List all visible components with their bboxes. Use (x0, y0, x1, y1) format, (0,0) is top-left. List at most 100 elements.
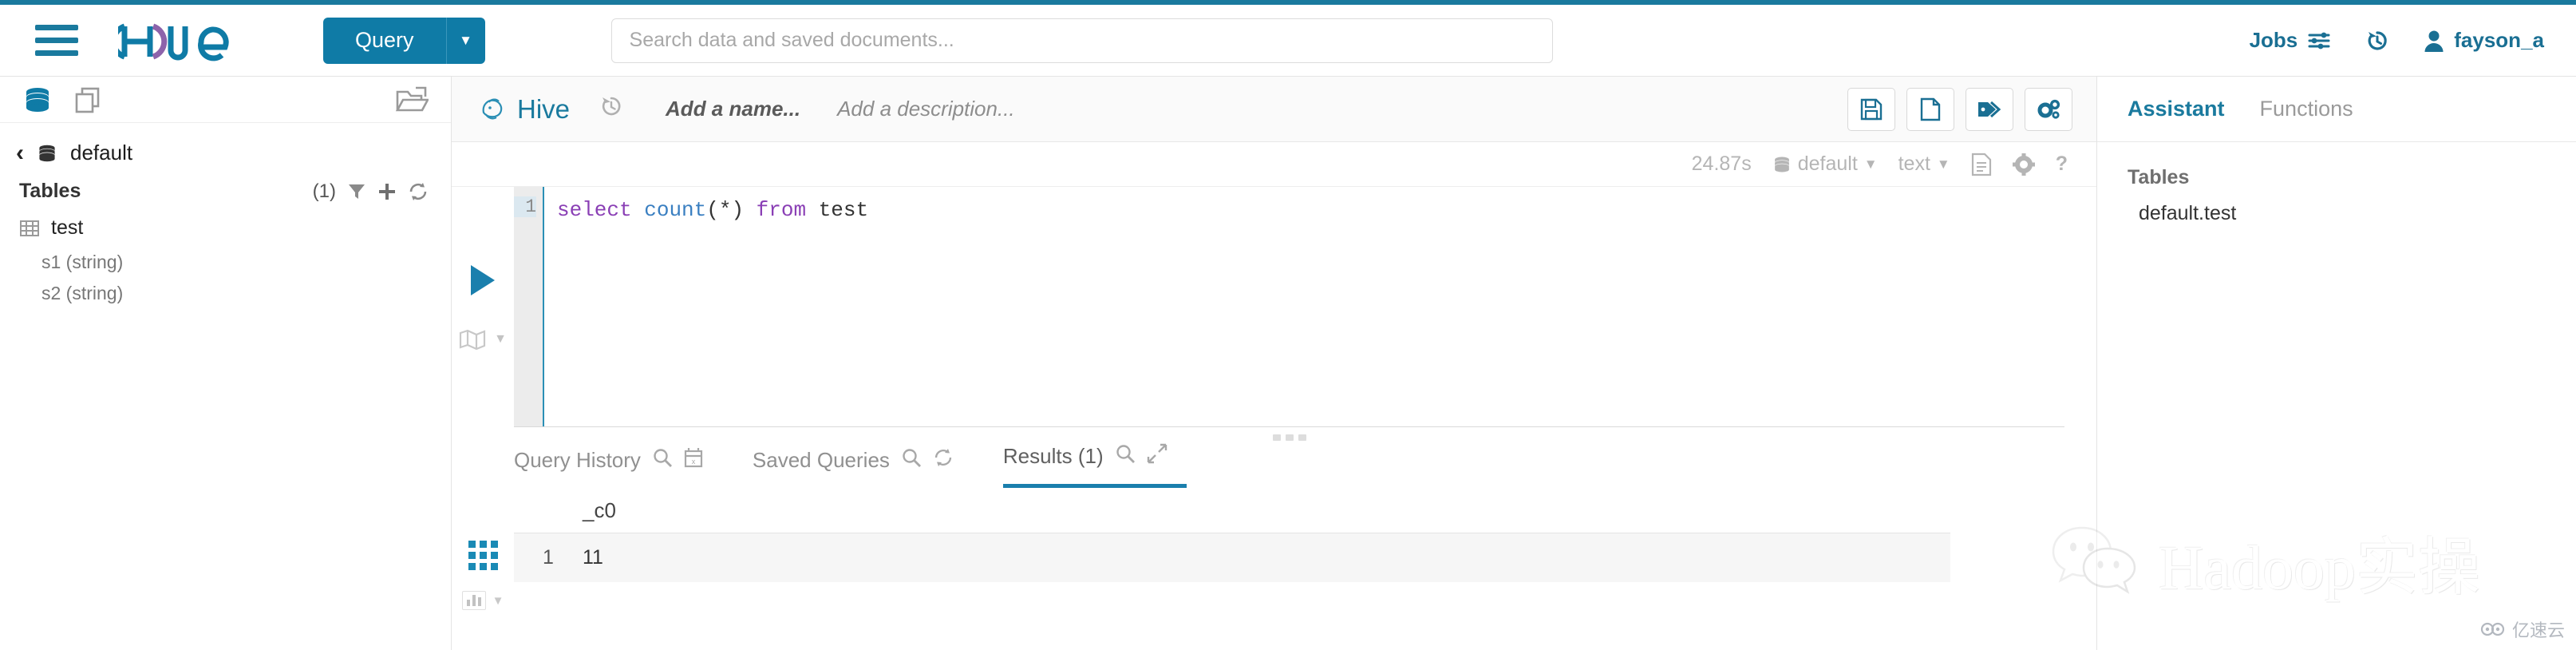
chevron-down-icon: ▼ (1863, 156, 1878, 172)
sql-token-function: count (644, 198, 707, 222)
result-format-selector[interactable]: text ▼ (1898, 153, 1950, 176)
save-button[interactable] (1847, 87, 1895, 131)
chart-view-caret-icon[interactable]: ▼ (492, 594, 504, 608)
editor-header: Hive Add a name... Add a description... (452, 77, 2096, 142)
tables-count: (1) (312, 180, 336, 202)
table-list: test s1 (string) s2 (string) (0, 209, 451, 309)
row-index: 1 (543, 546, 554, 569)
drag-handle[interactable] (1272, 434, 1306, 441)
sql-token-keyword: select (557, 198, 632, 222)
tab-results[interactable]: Results (1) (1002, 443, 1187, 488)
file-icon (1920, 97, 1941, 121)
table-row[interactable]: 1 11 (514, 533, 1950, 582)
results-body: ▼ _c0 1 11 (452, 488, 2096, 650)
query-button[interactable]: Query (323, 17, 447, 64)
query-description-field[interactable]: Add a description... (837, 97, 1015, 121)
hamburger-icon[interactable] (35, 25, 83, 56)
search-container (610, 18, 1553, 63)
column-item[interactable]: s2 (string) (0, 278, 451, 309)
folder-open-icon[interactable] (395, 85, 429, 114)
tables-label: Tables (19, 180, 81, 202)
sql-token-space (632, 198, 645, 222)
results-view-switcher: ▼ (452, 488, 514, 650)
search-icon[interactable] (652, 447, 673, 474)
gear-icon (2012, 153, 2035, 176)
editor-panel: Hive Add a name... Add a description... (452, 77, 2097, 650)
user-menu[interactable]: fayson_a (2424, 28, 2544, 53)
tables-header-actions: (1) (313, 180, 429, 203)
results-table-header: _c0 (514, 488, 1950, 533)
tab-label: Saved Queries (752, 448, 890, 472)
gears-icon (2037, 99, 2060, 119)
editor-results-divider[interactable] (514, 426, 2064, 441)
results-table: _c0 1 11 (514, 488, 1950, 650)
assistant-tables-section: Tables default.test (2097, 142, 2576, 225)
top-header: Query ▼ Jobs (0, 5, 2576, 77)
grid-view-icon[interactable] (468, 541, 498, 570)
right-assistant-panel: Assistant Functions Tables default.test (2097, 77, 2576, 650)
user-icon (2424, 30, 2444, 52)
refresh-icon[interactable] (408, 181, 429, 202)
sql-code-input[interactable]: select count(*) from test (543, 187, 2096, 426)
database-selector-label: default (1797, 153, 1858, 175)
hive-icon (482, 98, 503, 119)
tab-saved-queries[interactable]: Saved Queries (753, 447, 981, 488)
database-selector[interactable]: default ▼ (1772, 153, 1878, 176)
breadcrumb-database-name[interactable]: default (70, 141, 132, 165)
documents-icon[interactable] (73, 85, 102, 114)
column-header[interactable]: _c0 (583, 498, 616, 523)
svg-text:x: x (692, 458, 696, 466)
map-icon[interactable] (459, 329, 486, 350)
expand-icon[interactable] (1147, 443, 1167, 470)
help-button[interactable]: ? (2056, 153, 2068, 176)
chevron-down-icon[interactable]: ▼ (447, 18, 485, 64)
log-button[interactable] (1971, 153, 1992, 176)
filter-icon[interactable] (347, 182, 366, 201)
refresh-icon[interactable] (933, 447, 954, 474)
table-icon (20, 220, 39, 236)
chevron-left-icon[interactable]: ‹ (16, 141, 24, 165)
line-number: 1 (514, 196, 536, 217)
assistant-table-item[interactable]: default.test (2128, 202, 2546, 225)
table-name: test (51, 216, 84, 239)
tags-button[interactable] (1966, 87, 2013, 131)
cell-value: 11 (583, 546, 603, 569)
save-icon (1860, 98, 1883, 120)
chevron-down-icon[interactable]: ▼ (494, 332, 507, 347)
database-icon[interactable] (22, 85, 53, 115)
plus-icon[interactable] (377, 182, 397, 201)
new-document-button[interactable] (1906, 87, 1954, 131)
sql-editor-area: ▼ 1 select count(*) from test (452, 187, 2096, 426)
tables-header: Tables (1) (0, 170, 451, 209)
file-lines-icon (1971, 153, 1991, 176)
main-body: ‹ default Tables (1) test s1 (string) s2… (0, 77, 2576, 650)
search-icon[interactable] (1115, 443, 1136, 470)
tab-functions[interactable]: Functions (2260, 97, 2353, 121)
search-input[interactable] (610, 18, 1553, 63)
engine-title: Hive (479, 94, 570, 125)
column-item[interactable]: s1 (string) (0, 247, 451, 278)
table-item-test[interactable]: test (0, 209, 451, 247)
query-name-field[interactable]: Add a name... (666, 97, 800, 121)
search-icon[interactable] (901, 447, 922, 474)
result-format-label: text (1898, 153, 1930, 175)
query-settings-bar: 24.87s default ▼ text ▼ ? (452, 142, 2096, 187)
sql-token-table: test (806, 198, 869, 222)
hue-logo[interactable] (118, 17, 266, 65)
editor-code-wrap: 1 select count(*) from test (514, 187, 2096, 426)
tags-icon (1978, 101, 2001, 117)
query-button-group[interactable]: Query ▼ (323, 17, 485, 64)
header-right-tools: Jobs fayson_a (2250, 28, 2544, 54)
chart-view-icon[interactable] (461, 591, 486, 610)
database-icon (1774, 157, 1789, 172)
settings-button[interactable] (2025, 87, 2072, 131)
calendar-clear-icon[interactable]: x (684, 447, 703, 474)
history-button[interactable] (2365, 28, 2390, 54)
database-icon (39, 145, 55, 161)
query-settings-gear-button[interactable] (2012, 153, 2035, 176)
tab-assistant[interactable]: Assistant (2128, 97, 2225, 121)
play-icon[interactable] (471, 265, 495, 295)
tab-query-history[interactable]: Query History x (514, 447, 730, 488)
editor-history-icon[interactable] (599, 93, 624, 125)
jobs-button[interactable]: Jobs (2250, 28, 2332, 53)
